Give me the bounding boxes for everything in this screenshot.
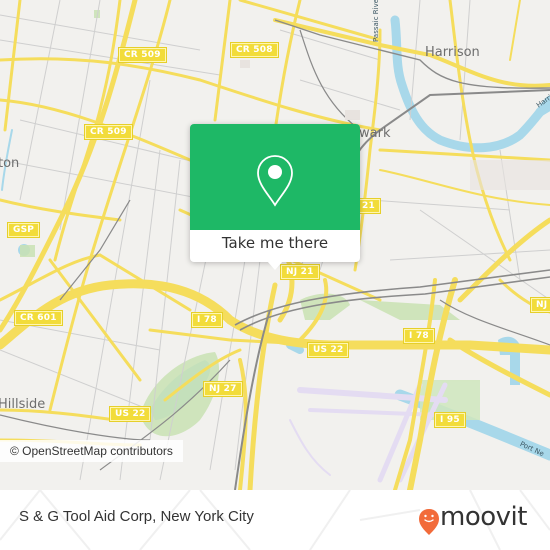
road-shield-i78-west: I 78 [191, 312, 223, 328]
location-pin-icon [257, 155, 293, 207]
map-attribution[interactable]: © OpenStreetMap contributors [0, 440, 183, 462]
place-label-irvington: ton [0, 156, 20, 171]
place-label-newark: wark [359, 126, 391, 141]
road-shield-cr509-south: CR 509 [84, 124, 133, 140]
road-shield-i78-east: I 78 [403, 328, 435, 344]
water-label-passaic-river: Passaic River [372, 0, 380, 42]
road-shield-us22-west: US 22 [108, 406, 152, 422]
popup-pointer [267, 261, 283, 270]
road-shield-us22-east: US 22 [306, 342, 350, 358]
take-me-there-button[interactable]: Take me there [190, 230, 360, 262]
road-shield-cr509-north: CR 509 [118, 47, 167, 63]
road-shield-nj27: NJ 27 [203, 381, 243, 397]
place-label-hillside: Hillside [0, 397, 46, 412]
road-shield-cr508: CR 508 [230, 42, 279, 58]
map[interactable]: CR 509 CR 508 CR 509 GSP CR 601 I 78 NJ … [0, 0, 550, 490]
road-shield-i95: I 95 [434, 412, 466, 428]
place-label-harrison: Harrison [425, 45, 480, 60]
moovit-logo[interactable]: moovit [418, 502, 536, 536]
moovit-wordmark: moovit [440, 502, 527, 532]
road-shield-nj21-north: 21 [356, 198, 381, 214]
road-shield-nj21-south: NJ 21 [280, 264, 320, 280]
moovit-pin-icon [419, 509, 439, 535]
location-popup[interactable]: Take me there [190, 124, 360, 270]
popup-header [190, 124, 360, 230]
footer: S & G Tool Aid Corp, New York City moovi… [0, 490, 550, 550]
place-title: S & G Tool Aid Corp, New York City [19, 508, 254, 525]
road-shield-nj-east: NJ [529, 297, 550, 313]
road-shield-gsp: GSP [6, 222, 41, 238]
road-shield-cr601: CR 601 [14, 310, 63, 326]
